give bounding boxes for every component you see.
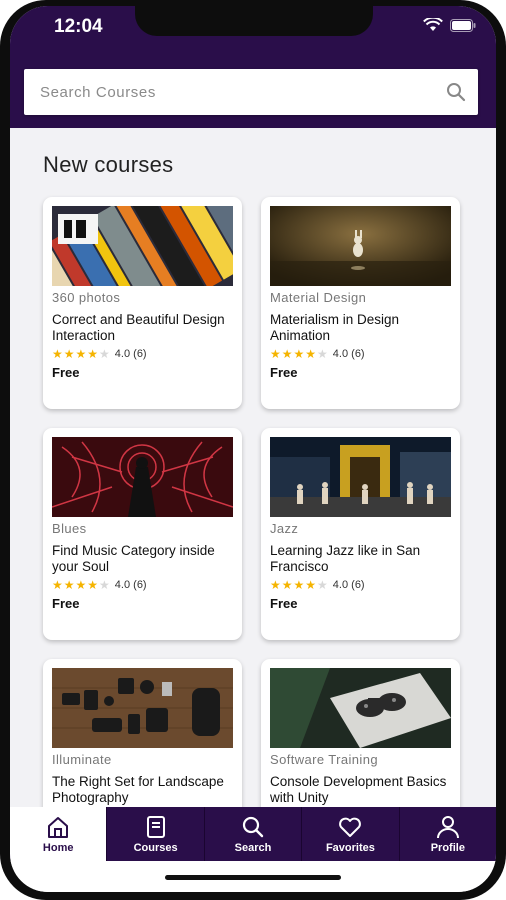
search-button[interactable] — [434, 69, 478, 115]
course-category: Material Design — [270, 290, 367, 305]
section-title: New courses — [43, 152, 174, 177]
rating-count: (6) — [351, 579, 365, 591]
wifi-icon — [423, 18, 443, 31]
course-rating: ★★★★★ 4.0 (6) — [52, 347, 147, 361]
course-rating: ★★★★★ 4.0 (6) — [52, 578, 147, 592]
course-card[interactable]: Jazz Learning Jazz like in San Francisco… — [261, 428, 460, 640]
course-category: Jazz — [270, 521, 299, 536]
course-card[interactable]: Material Design Materialism in Design An… — [261, 197, 460, 409]
course-price: Free — [270, 365, 298, 380]
search-bar — [24, 69, 478, 115]
course-price: Free — [52, 365, 80, 380]
home-indicator[interactable] — [165, 875, 341, 880]
tab-favorites[interactable]: Favorites — [301, 807, 398, 861]
course-title: Find Music Category inside your Soul — [52, 543, 215, 574]
course-price: Free — [270, 596, 298, 611]
star-rating-icon: ★★★★★ — [52, 347, 111, 361]
course-thumbnail — [270, 206, 451, 286]
tab-search[interactable]: Search — [203, 807, 301, 861]
rating-value: 4.0 — [114, 348, 131, 360]
device-notch — [135, 6, 373, 36]
search-icon — [447, 83, 466, 102]
course-title: Console Development Basics with Unity — [270, 774, 447, 805]
rating-value: 4.0 — [332, 579, 349, 591]
course-thumbnail — [270, 437, 451, 517]
tab-label: Courses — [133, 841, 178, 854]
heart-icon — [339, 817, 362, 837]
tab-home[interactable]: Home — [10, 807, 107, 861]
rating-value: 4.0 — [114, 579, 131, 591]
tab-label: Search — [234, 841, 272, 854]
tab-label: Home — [42, 841, 74, 854]
course-category: 360 photos — [52, 290, 121, 305]
rating-count: (6) — [133, 579, 147, 591]
course-title: Learning Jazz like in San Francisco — [270, 543, 421, 574]
phone-frame: 12:04 Search Courses New courses 360 pho… — [0, 0, 506, 900]
home-indicator-area — [10, 861, 496, 892]
course-category: Blues — [52, 521, 87, 536]
book-icon — [146, 815, 165, 838]
rating-count: (6) — [133, 348, 147, 360]
course-category: Illuminate — [52, 752, 112, 767]
search-input[interactable] — [38, 82, 434, 102]
course-title: The Right Set for Landscape Photography — [52, 774, 224, 805]
course-title: Correct and Beautiful Design Interaction — [52, 312, 225, 343]
course-thumbnail — [52, 668, 233, 748]
battery-icon — [450, 18, 476, 32]
app-screen: 12:04 Search Courses New courses 360 pho… — [10, 6, 496, 892]
status-icons — [423, 18, 476, 32]
course-price: Free — [52, 596, 80, 611]
course-card[interactable]: 360 photos Correct and Beautiful Design … — [43, 197, 242, 409]
course-rating: ★★★★★ 4.0 (6) — [270, 347, 365, 361]
person-icon — [436, 815, 459, 838]
course-rating: ★★★★★ 4.0 (6) — [270, 578, 365, 592]
status-time: 12:04 — [54, 16, 103, 37]
course-thumbnail — [52, 206, 233, 286]
course-category: Software Training — [270, 752, 378, 767]
tab-profile[interactable]: Profile — [398, 807, 496, 861]
course-card[interactable]: Blues Find Music Category inside your So… — [43, 428, 242, 640]
home-icon — [48, 816, 69, 838]
course-thumbnail — [52, 437, 233, 517]
rating-value: 4.0 — [332, 348, 349, 360]
star-rating-icon: ★★★★★ — [270, 347, 329, 361]
rating-count: (6) — [351, 348, 365, 360]
search-icon — [242, 816, 264, 837]
course-title: Materialism in Design Animation — [270, 312, 400, 343]
course-thumbnail — [270, 668, 451, 748]
tab-courses[interactable]: Courses — [106, 807, 203, 861]
star-rating-icon: ★★★★★ — [52, 578, 111, 592]
tab-label: Favorites — [325, 841, 375, 854]
app-header: 12:04 — [10, 6, 496, 128]
bottom-tab-bar: Home Courses Search Favorites Profile — [10, 807, 496, 861]
star-rating-icon: ★★★★★ — [270, 578, 329, 592]
tab-label: Profile — [430, 841, 465, 854]
